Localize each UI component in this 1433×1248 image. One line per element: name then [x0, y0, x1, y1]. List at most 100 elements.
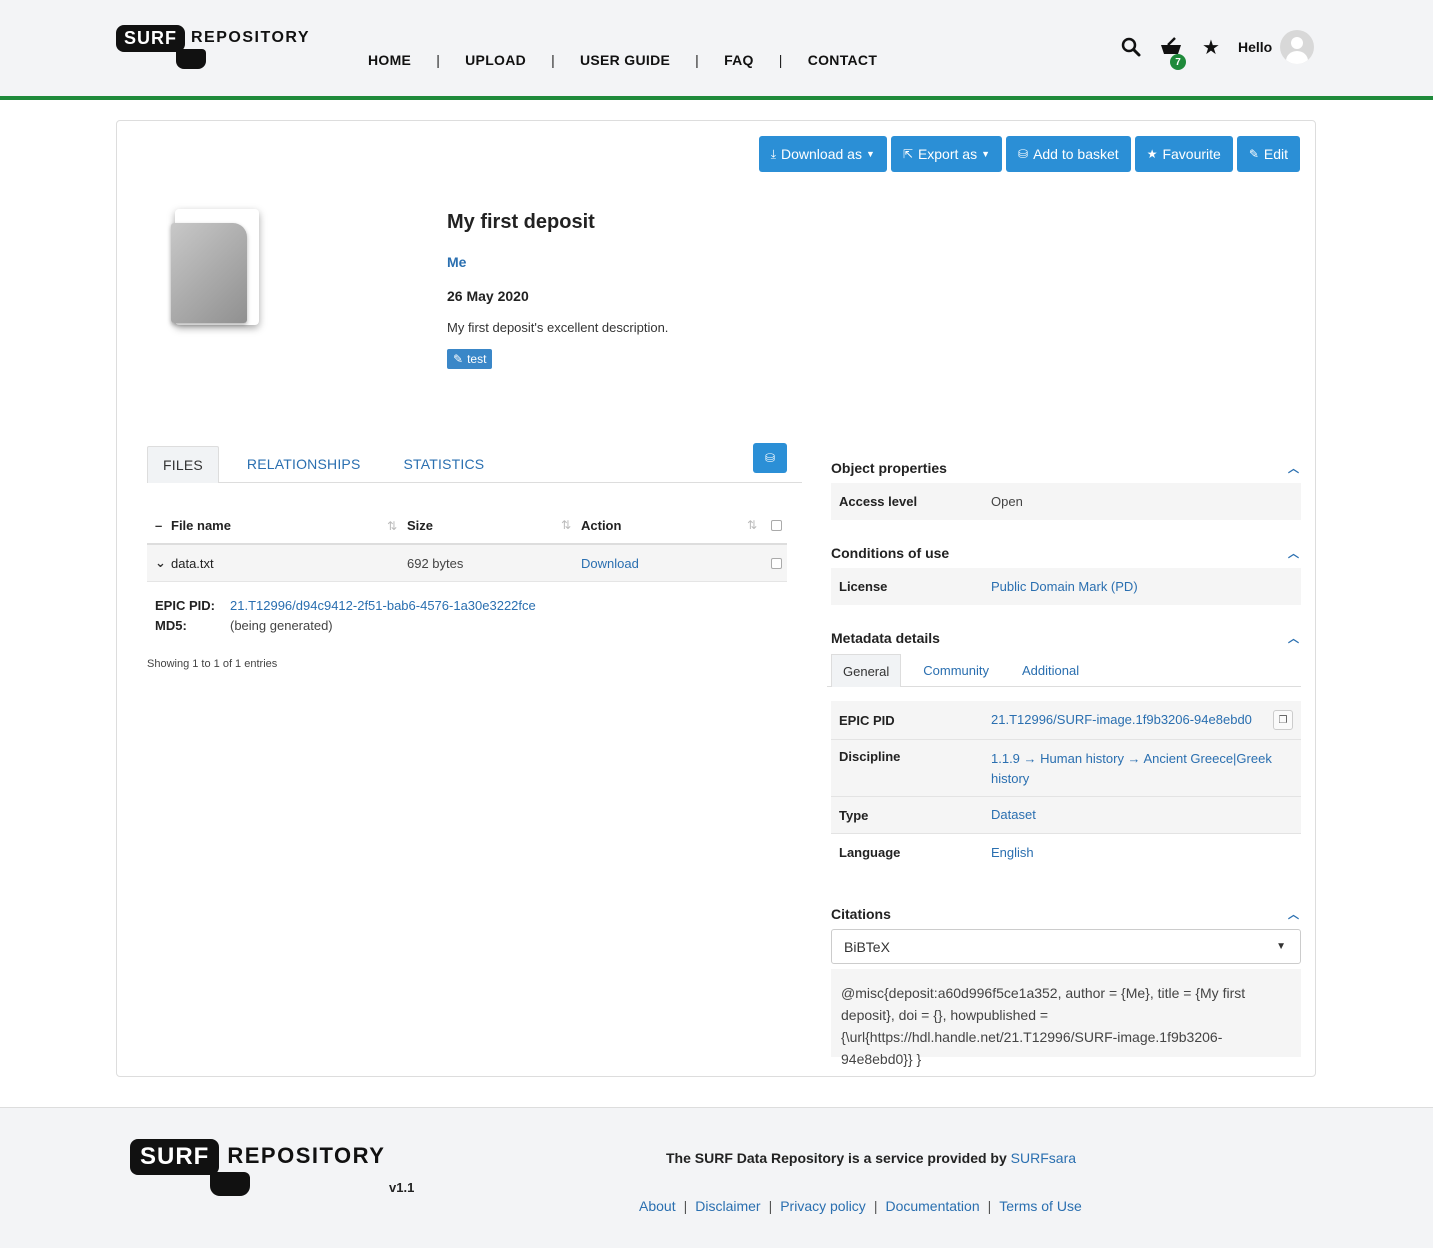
site-logo[interactable]: SURF REPOSITORY — [116, 25, 311, 69]
logo-repository: REPOSITORY — [227, 1143, 386, 1168]
conditions-heading[interactable]: Conditions of use ︿ — [831, 545, 1301, 561]
chevron-down-icon[interactable]: ⌄ — [155, 555, 171, 571]
tab-relationships[interactable]: RELATIONSHIPS — [232, 446, 376, 482]
select-all-checkbox[interactable] — [770, 520, 782, 531]
deposit-summary: My first deposit Me 26 May 2020 My first… — [447, 211, 1147, 369]
site-footer: SURF REPOSITORY — [0, 1107, 1433, 1248]
footer-link-disclaimer[interactable]: Disclaimer — [695, 1198, 760, 1214]
main-nav: HOME | UPLOAD | USER GUIDE | FAQ | CONTA… — [368, 52, 878, 68]
chevron-up-icon[interactable]: ︿ — [1288, 906, 1299, 922]
citation-text: @misc{deposit:a60d996f5ce1a352, author =… — [831, 969, 1301, 1067]
basket-icon: ⛁ — [764, 451, 776, 465]
deposit-card: ⤓ Download as ▼ ⇱ Export as ▼ ⛁ Add to b… — [116, 120, 1316, 1077]
pencil-icon: ✎ — [1248, 147, 1259, 161]
epic-pid-label: EPIC PID: — [155, 597, 215, 613]
deposit-author[interactable]: Me — [447, 254, 1147, 270]
provider-link[interactable]: SURFsara — [1011, 1150, 1076, 1166]
basket-count-badge: 7 — [1170, 54, 1186, 70]
deposit-date: 26 May 2020 — [447, 288, 529, 304]
discipline-link[interactable]: 1.1.9 → Human history → Ancient Greece|G… — [991, 751, 1272, 786]
footer-link-terms[interactable]: Terms of Use — [999, 1198, 1081, 1214]
logo-repository: REPOSITORY — [191, 29, 311, 46]
basket-icon: ⛁ — [1018, 147, 1029, 161]
file-name: data.txt — [171, 555, 214, 571]
tab-community[interactable]: Community — [912, 654, 1000, 686]
file-detail: EPIC PID: 21.T12996/d94c9412-2f51-bab6-4… — [155, 595, 536, 635]
md5-label: MD5: — [155, 617, 187, 633]
row-checkbox[interactable] — [770, 557, 782, 569]
language-link[interactable]: English — [991, 845, 1034, 860]
caret-down-icon: ▼ — [865, 149, 875, 159]
md5-value: (being generated) — [230, 617, 333, 633]
deposit-description: My first deposit's excellent description… — [447, 320, 669, 335]
star-icon[interactable]: ★ — [1198, 34, 1224, 60]
table-header: – File name ⇅ Size ⇅ Action ⇅ — [147, 508, 787, 545]
download-link[interactable]: Download — [581, 556, 639, 571]
chevron-up-icon[interactable]: ︿ — [1288, 460, 1299, 476]
metadata-heading[interactable]: Metadata details ︿ — [831, 630, 1301, 646]
chevron-up-icon[interactable]: ︿ — [1288, 630, 1299, 646]
add-files-to-basket-button[interactable]: ⛁ — [753, 443, 787, 473]
search-icon[interactable] — [1118, 34, 1144, 60]
type-link[interactable]: Dataset — [991, 807, 1036, 822]
export-as-button[interactable]: ⇱ Export as ▼ — [890, 136, 1002, 172]
star-icon: ★ — [1146, 147, 1158, 161]
add-to-basket-button[interactable]: ⛁ Add to basket — [1006, 136, 1131, 172]
column-file-name[interactable]: – File name ⇅ — [147, 518, 405, 533]
table-row: Language English — [831, 834, 1301, 871]
caret-down-icon: ▼ — [1276, 941, 1286, 952]
entries-info: Showing 1 to 1 of 1 entries — [147, 658, 278, 670]
basket-icon[interactable]: 7 — [1158, 34, 1186, 70]
nav-contact[interactable]: CONTACT — [808, 52, 878, 68]
nav-home[interactable]: HOME — [368, 52, 411, 68]
license-link[interactable]: Public Domain Mark (PD) — [991, 579, 1138, 594]
footer-link-privacy[interactable]: Privacy policy — [780, 1198, 866, 1214]
column-action[interactable]: Action ⇅ — [579, 518, 765, 533]
provided-by: The SURF Data Repository is a service pr… — [666, 1150, 1077, 1166]
avatar[interactable] — [1280, 30, 1315, 64]
citations-heading[interactable]: Citations ︿ — [831, 906, 1301, 922]
files-table: – File name ⇅ Size ⇅ Action ⇅ ⌄ data.txt… — [147, 508, 787, 582]
nav-faq[interactable]: FAQ — [724, 52, 754, 68]
collapse-all-icon[interactable]: – — [155, 518, 171, 533]
header-tools: 7 ★ Hello — [1118, 30, 1315, 70]
license-row: License Public Domain Mark (PD) — [831, 568, 1301, 605]
files-tabs: FILES RELATIONSHIPS STATISTICS — [147, 446, 802, 483]
sort-icon[interactable]: ⇅ — [561, 518, 571, 532]
document-thumbnail-icon — [167, 209, 263, 329]
tab-statistics[interactable]: STATISTICS — [389, 446, 500, 482]
footer-link-about[interactable]: About — [639, 1198, 676, 1214]
table-row: Discipline 1.1.9 → Human history → Ancie… — [831, 740, 1301, 797]
metadata-table: EPIC PID 21.T12996/SURF-image.1f9b3206-9… — [831, 701, 1301, 871]
tab-general[interactable]: General — [831, 654, 902, 687]
favourite-button[interactable]: ★ Favourite — [1134, 136, 1233, 172]
tab-files[interactable]: FILES — [147, 446, 219, 483]
access-level-row: Access level Open — [831, 483, 1301, 520]
keyword-tag[interactable]: ✎ test — [447, 349, 493, 369]
table-row: ⌄ data.txt 692 bytes Download — [147, 545, 787, 582]
download-icon: ⤓ — [770, 146, 777, 161]
logo-surf: SURF — [116, 25, 206, 69]
table-row: Type Dataset — [831, 797, 1301, 834]
nav-user-guide[interactable]: USER GUIDE — [580, 52, 670, 68]
column-size[interactable]: Size ⇅ — [405, 518, 579, 533]
tab-additional[interactable]: Additional — [1011, 654, 1090, 686]
copy-icon[interactable]: ❐ — [1273, 710, 1293, 730]
pencil-icon: ✎ — [453, 352, 464, 366]
object-properties-heading[interactable]: Object properties ︿ — [831, 460, 1301, 476]
epic-pid-link[interactable]: 21.T12996/SURF-image.1f9b3206-94e8ebd0 — [991, 712, 1252, 727]
logo-surf: SURF — [130, 1139, 250, 1196]
site-header: SURF REPOSITORY HOME | UPLOAD | USER GUI… — [0, 0, 1433, 100]
file-epic-pid-link[interactable]: 21.T12996/d94c9412-2f51-bab6-4576-1a30e3… — [230, 598, 536, 613]
edit-button[interactable]: ✎ Edit — [1236, 136, 1300, 172]
metadata-tabs: General Community Additional — [827, 654, 1301, 687]
download-as-button[interactable]: ⤓ Download as ▼ — [758, 136, 887, 172]
sort-icon[interactable]: ⇅ — [747, 518, 757, 532]
chevron-up-icon[interactable]: ︿ — [1288, 545, 1299, 561]
nav-upload[interactable]: UPLOAD — [465, 52, 526, 68]
greeting: Hello — [1238, 39, 1273, 55]
citation-format-select[interactable]: BiBTeX ▼ — [831, 929, 1301, 964]
footer-link-documentation[interactable]: Documentation — [885, 1198, 979, 1214]
sort-icon[interactable]: ⇅ — [387, 519, 397, 533]
version-label: v1.1 — [389, 1180, 415, 1195]
